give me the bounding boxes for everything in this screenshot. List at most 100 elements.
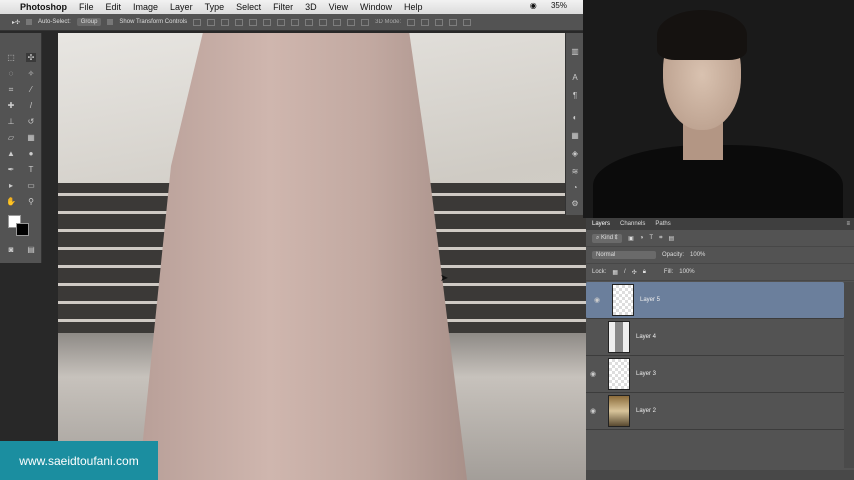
menu-view[interactable]: View bbox=[329, 2, 348, 12]
filter-type-icon[interactable]: T bbox=[649, 235, 653, 241]
menu-layer[interactable]: Layer bbox=[170, 2, 193, 12]
filter-adjust-icon[interactable]: ◑ bbox=[640, 235, 644, 241]
crop-tool-icon[interactable]: ⌗ bbox=[6, 85, 16, 94]
lock-all-icon[interactable]: 🔒︎ bbox=[643, 269, 646, 276]
opacity-field[interactable]: 100% bbox=[690, 252, 705, 258]
distribute-icon[interactable] bbox=[291, 18, 300, 26]
menu-window[interactable]: Window bbox=[360, 2, 392, 12]
tab-layers[interactable]: Layers bbox=[592, 221, 610, 227]
align-icon[interactable] bbox=[235, 18, 244, 26]
align-icon[interactable] bbox=[207, 18, 216, 26]
path-select-icon[interactable]: ▸ bbox=[6, 181, 16, 190]
group-select[interactable]: Group bbox=[76, 18, 102, 26]
menu-edit[interactable]: Edit bbox=[106, 2, 122, 12]
3d-pan-icon[interactable] bbox=[435, 18, 444, 26]
lock-transparent-icon[interactable]: ▦ bbox=[612, 269, 618, 276]
hand-tool-icon[interactable]: ✋ bbox=[6, 197, 16, 206]
tab-channels[interactable]: Channels bbox=[620, 221, 645, 227]
menu-3d[interactable]: 3D bbox=[305, 2, 317, 12]
color-icon[interactable]: ◔ bbox=[570, 183, 580, 192]
swatches-icon[interactable]: ▦ bbox=[570, 131, 580, 140]
distribute-icon[interactable] bbox=[319, 18, 328, 26]
zoom-tool-icon[interactable]: ⚲ bbox=[26, 197, 36, 206]
eyedropper-icon[interactable]: ⁄ bbox=[26, 85, 36, 94]
3d-rotate-icon[interactable] bbox=[407, 18, 416, 26]
auto-align-icon[interactable] bbox=[361, 18, 370, 26]
layer-row[interactable]: ◉ Layer 5 bbox=[586, 282, 844, 319]
layer-row[interactable]: Layer 4 bbox=[586, 319, 844, 356]
channels-icon[interactable]: ≋ bbox=[570, 167, 580, 176]
brush-tool-icon[interactable]: / bbox=[26, 101, 36, 110]
stamp-tool-icon[interactable]: ⊥ bbox=[6, 117, 16, 126]
layer-name[interactable]: Layer 3 bbox=[636, 371, 656, 377]
blur-tool-icon[interactable]: ▲ bbox=[6, 149, 16, 158]
lock-label: Lock: bbox=[592, 269, 607, 275]
menu-select[interactable]: Select bbox=[236, 2, 261, 12]
layers-icon[interactable]: ◈ bbox=[570, 149, 580, 158]
layer-name[interactable]: Layer 2 bbox=[636, 408, 656, 414]
3d-slide-icon[interactable] bbox=[449, 18, 458, 26]
move-tool-icon[interactable]: ✣ bbox=[26, 53, 36, 62]
shape-tool-icon[interactable]: ▭ bbox=[26, 181, 36, 190]
align-icon[interactable] bbox=[249, 18, 258, 26]
document-canvas[interactable]: ➤ bbox=[58, 33, 586, 480]
app-name[interactable]: Photoshop bbox=[20, 2, 67, 12]
3d-scale-icon[interactable] bbox=[463, 18, 472, 26]
dodge-tool-icon[interactable]: ● bbox=[26, 149, 36, 158]
type-tool-icon[interactable]: T bbox=[26, 165, 36, 174]
history-brush-icon[interactable]: ↺ bbox=[26, 117, 36, 126]
magic-wand-icon[interactable]: ✧ bbox=[26, 69, 36, 78]
layer-row[interactable]: ◉ Layer 2 bbox=[586, 393, 844, 430]
fill-field[interactable]: 100% bbox=[679, 269, 694, 275]
layer-thumbnail bbox=[608, 395, 630, 427]
healing-brush-icon[interactable]: ✚ bbox=[6, 101, 16, 110]
distribute-icon[interactable] bbox=[347, 18, 356, 26]
adjustments-icon[interactable]: ◐ bbox=[570, 113, 580, 122]
eraser-tool-icon[interactable]: ▱ bbox=[6, 133, 16, 142]
pen-tool-icon[interactable]: ✒ bbox=[6, 165, 16, 174]
kind-filter-select[interactable]: ⌕ Kind ⇕ bbox=[592, 233, 623, 243]
screen-mode-icon[interactable]: ▤ bbox=[26, 245, 36, 254]
marquee-tool-icon[interactable]: ⬚ bbox=[6, 53, 16, 62]
3d-roll-icon[interactable] bbox=[421, 18, 430, 26]
background-color-swatch[interactable] bbox=[16, 223, 29, 236]
lasso-tool-icon[interactable]: ◌ bbox=[6, 69, 16, 78]
layer-name[interactable]: Layer 5 bbox=[640, 297, 660, 303]
layers-scrollbar[interactable] bbox=[844, 282, 854, 468]
align-icon[interactable] bbox=[193, 18, 202, 26]
menu-filter[interactable]: Filter bbox=[273, 2, 293, 12]
distribute-icon[interactable] bbox=[333, 18, 342, 26]
transform-checkbox[interactable] bbox=[107, 19, 114, 25]
filter-pixel-icon[interactable]: ▣ bbox=[628, 235, 634, 242]
panel-menu-icon[interactable]: ≡ bbox=[846, 221, 850, 227]
visibility-eye-icon[interactable]: ◉ bbox=[586, 407, 600, 415]
character-icon[interactable]: A bbox=[570, 73, 580, 82]
filter-shape-icon[interactable]: ⌗ bbox=[659, 235, 662, 242]
history-icon[interactable]: ▥ bbox=[570, 47, 580, 56]
battery-icon[interactable]: ◉ bbox=[530, 1, 539, 10]
move-tool-icon[interactable]: ▸✣ bbox=[12, 19, 20, 26]
visibility-eye-icon[interactable]: ◉ bbox=[590, 296, 604, 304]
paragraph-icon[interactable]: ¶ bbox=[570, 91, 580, 100]
menu-image[interactable]: Image bbox=[133, 2, 158, 12]
layer-row[interactable]: ◉ Layer 3 bbox=[586, 356, 844, 393]
align-icon[interactable] bbox=[221, 18, 230, 26]
visibility-eye-icon[interactable]: ◉ bbox=[586, 370, 600, 378]
align-icon[interactable] bbox=[263, 18, 272, 26]
styles-icon[interactable]: ⚙ bbox=[570, 199, 580, 208]
menu-file[interactable]: File bbox=[79, 2, 94, 12]
auto-select-checkbox[interactable] bbox=[26, 19, 33, 25]
filter-smart-icon[interactable]: ▤ bbox=[668, 235, 674, 242]
menu-type[interactable]: Type bbox=[205, 2, 225, 12]
lock-position-icon[interactable]: ✣ bbox=[632, 269, 637, 276]
tab-paths[interactable]: Paths bbox=[655, 221, 670, 227]
quick-mask-icon[interactable]: ◙ bbox=[6, 245, 16, 254]
distribute-icon[interactable] bbox=[305, 18, 314, 26]
distribute-icon[interactable] bbox=[277, 18, 286, 26]
lock-pixels-icon[interactable]: / bbox=[624, 269, 626, 275]
blend-mode-select[interactable]: Normal bbox=[592, 251, 656, 259]
layers-footer-buttons[interactable] bbox=[586, 470, 854, 480]
layer-name[interactable]: Layer 4 bbox=[636, 334, 656, 340]
menu-help[interactable]: Help bbox=[404, 2, 423, 12]
gradient-tool-icon[interactable]: ▦ bbox=[26, 133, 36, 142]
